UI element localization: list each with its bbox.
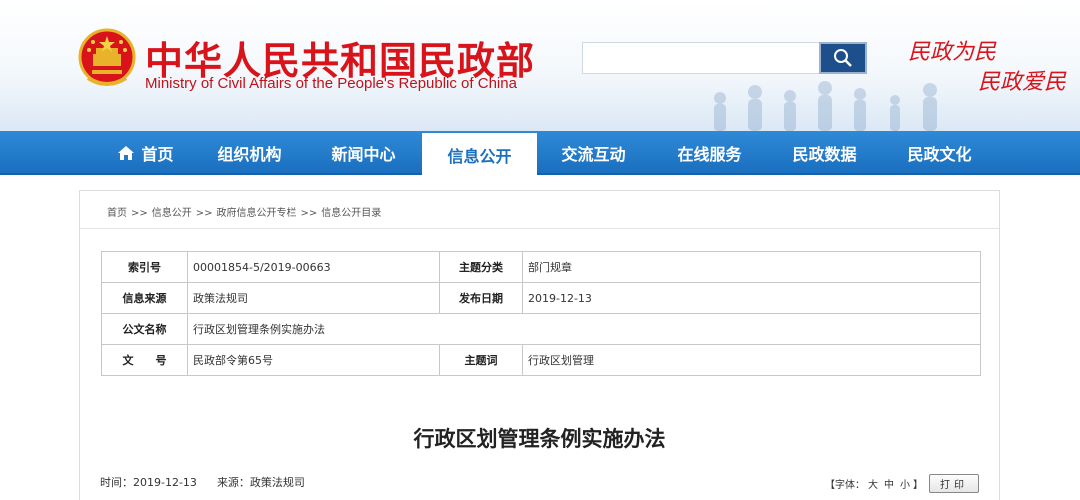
table-row: 文 号 民政部令第65号 主题词 行政区划管理 <box>101 344 981 376</box>
breadcrumb-separator: >> <box>131 208 148 219</box>
topic-category-value: 部门规章 <box>522 251 981 283</box>
nav-label: 组织机构 <box>217 145 282 164</box>
nav-label: 信息公开 <box>447 147 512 166</box>
article-time: 时间：2019-12-13 <box>100 476 197 489</box>
publish-date-label: 发布日期 <box>439 282 523 314</box>
breadcrumb-divider <box>80 228 999 229</box>
search-button[interactable] <box>819 42 867 74</box>
nav-label: 民政文化 <box>907 145 972 164</box>
article-info: 时间：2019-12-13 来源：政策法规司 <box>100 474 305 490</box>
nav-item-culture[interactable]: 民政文化 <box>882 131 997 175</box>
index-number-value: 00001854-5/2019-00663 <box>187 251 440 283</box>
keyword-value: 行政区划管理 <box>522 344 981 376</box>
article-source: 来源：政策法规司 <box>216 476 305 489</box>
article-title: 行政区划管理条例实施办法 <box>413 427 666 451</box>
nav-label: 新闻中心 <box>331 145 396 164</box>
breadcrumb: 首页 >> 信息公开 >> 政府信息公开专栏 >> 信息公开目录 <box>107 204 381 219</box>
slogan-line-2: 民政爱民 <box>978 70 1067 95</box>
table-row: 公文名称 行政区划管理条例实施办法 <box>101 313 981 345</box>
breadcrumb-link-home[interactable]: 首页 <box>107 208 127 219</box>
font-size-medium-button[interactable]: 中 <box>884 476 894 491</box>
search-icon <box>834 49 852 67</box>
table-row: 索引号 00001854-5/2019-00663 主题分类 部门规章 <box>101 251 981 283</box>
home-icon <box>118 146 135 160</box>
topic-category-label: 主题分类 <box>439 251 523 283</box>
document-number-value: 民政部令第65号 <box>187 344 440 376</box>
keyword-label: 主题词 <box>439 344 523 376</box>
nav-item-news[interactable]: 新闻中心 <box>306 131 421 175</box>
people-silhouette-decoration <box>714 81 937 131</box>
breadcrumb-link-column[interactable]: 政府信息公开专栏 <box>217 208 297 219</box>
nav-item-info-disclosure[interactable]: 信息公开 <box>422 133 537 177</box>
font-size-prefix: 【字体： <box>825 480 865 491</box>
nav-item-home[interactable]: 首页 <box>88 131 203 175</box>
document-name-label: 公文名称 <box>101 313 188 345</box>
index-number-label: 索引号 <box>101 251 188 283</box>
site-header: 中华人民共和国民政部 Ministry of Civil Affairs of … <box>0 0 1080 131</box>
nav-label: 交流互动 <box>561 145 626 164</box>
document-name-value: 行政区划管理条例实施办法 <box>187 313 981 345</box>
search-input[interactable] <box>582 42 820 74</box>
content-panel: 首页 >> 信息公开 >> 政府信息公开专栏 >> 信息公开目录 索引号 00001854-… <box>79 190 1000 500</box>
main-navigation: 首页 组织机构 新闻中心 信息公开 交流互动 在线服务 民政数据 民政文化 <box>0 131 1080 177</box>
breadcrumb-separator: >> <box>300 208 318 219</box>
nav-label: 民政数据 <box>792 145 857 164</box>
document-number-label: 文 号 <box>101 344 188 376</box>
site-title-english: Ministry of Civil Affairs of the People'… <box>145 75 517 92</box>
slogan-line-1: 民政为民 <box>908 40 997 65</box>
national-emblem-icon <box>78 28 136 86</box>
nav-item-organization[interactable]: 组织机构 <box>192 131 307 175</box>
breadcrumb-link-info[interactable]: 信息公开 <box>152 208 192 219</box>
nav-item-interaction[interactable]: 交流互动 <box>536 131 651 175</box>
info-source-label: 信息来源 <box>101 282 188 314</box>
info-source-value: 政策法规司 <box>187 282 440 314</box>
document-metadata-table: 索引号 00001854-5/2019-00663 主题分类 部门规章 信息来源… <box>101 251 981 376</box>
breadcrumb-separator: >> <box>195 208 213 219</box>
breadcrumb-link-catalog[interactable]: 信息公开目录 <box>321 208 381 219</box>
font-size-small-button[interactable]: 小 <box>900 476 910 491</box>
font-size-suffix: 】 <box>913 480 923 491</box>
nav-label: 在线服务 <box>677 145 742 164</box>
print-button[interactable]: 打印 <box>929 474 979 493</box>
article-tools: 【字体： 大 中 小 】 打印 <box>825 474 979 493</box>
publish-date-value: 2019-12-13 <box>522 282 981 314</box>
table-row: 信息来源 政策法规司 发布日期 2019-12-13 <box>101 282 981 314</box>
nav-item-data[interactable]: 民政数据 <box>767 131 882 175</box>
font-size-large-button[interactable]: 大 <box>868 476 878 491</box>
nav-item-online-service[interactable]: 在线服务 <box>652 131 767 175</box>
nav-label: 首页 <box>141 145 174 164</box>
